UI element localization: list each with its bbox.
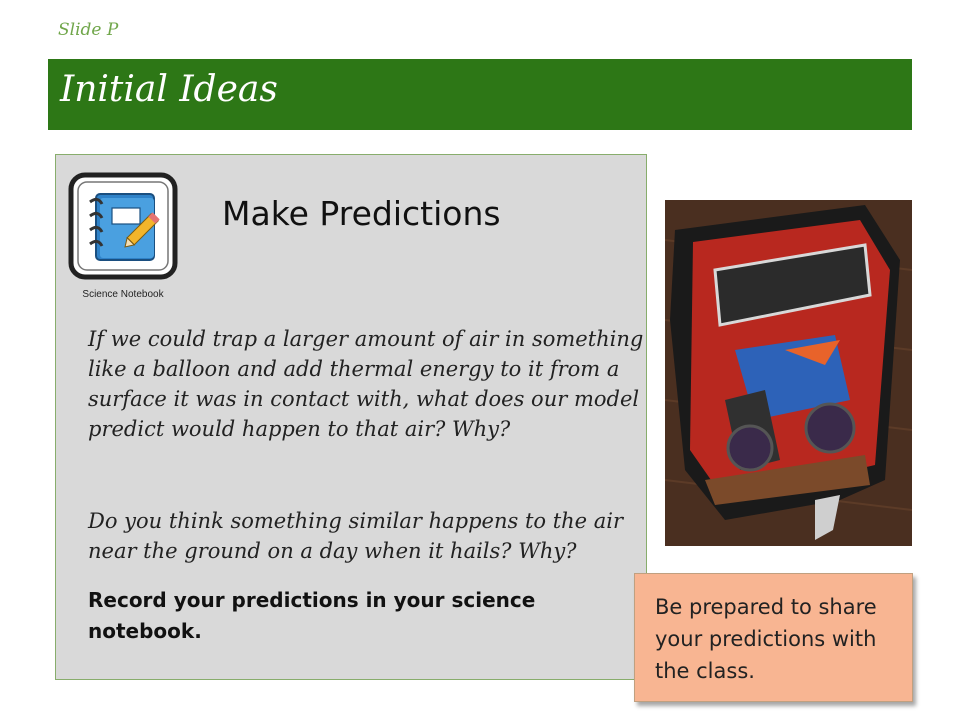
notebook-caption: Science Notebook bbox=[82, 289, 164, 300]
title-bar: Initial Ideas bbox=[48, 59, 912, 130]
prediction-question-2: Do you think something similar happens t… bbox=[88, 509, 624, 563]
prediction-question-1: If we could trap a larger amount of air … bbox=[88, 327, 644, 441]
share-callout: Be prepared to share your predictions wi… bbox=[634, 573, 913, 702]
slide-label: Slide P bbox=[58, 20, 119, 40]
slide-title: Initial Ideas bbox=[60, 69, 278, 110]
record-instruction: Record your predictions in your science … bbox=[88, 588, 536, 643]
share-note: Be prepared to share your predictions wi… bbox=[655, 595, 877, 683]
balloon-photo bbox=[665, 200, 912, 546]
section-heading: Make Predictions bbox=[222, 194, 501, 233]
notebook-pencil-icon bbox=[68, 172, 178, 280]
